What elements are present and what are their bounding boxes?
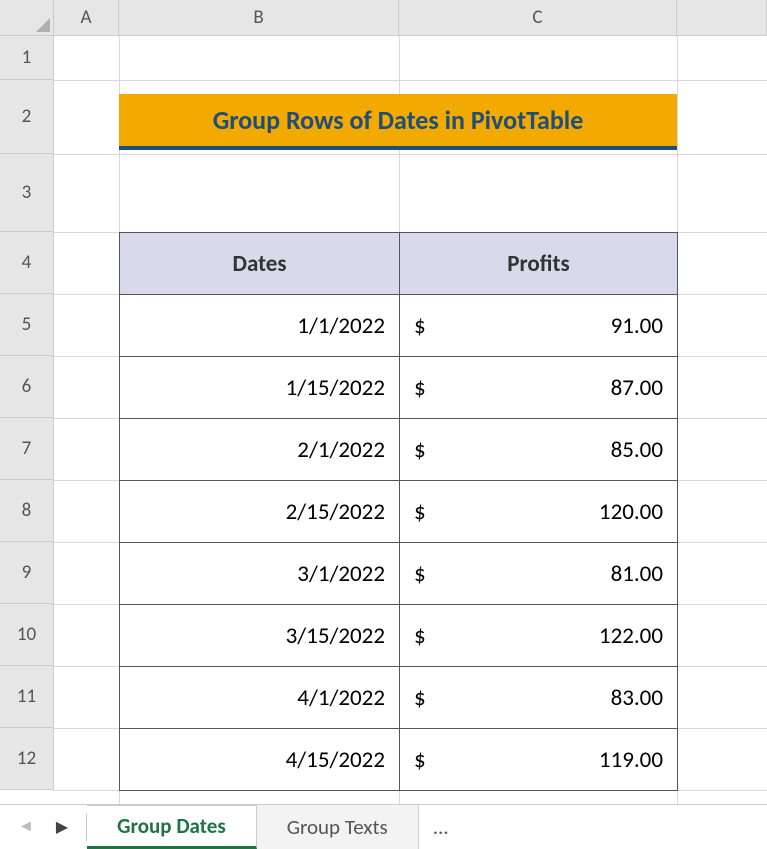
- tab-nav: ◄ ▶: [0, 817, 86, 837]
- cell-date[interactable]: 3/15/2022: [120, 605, 400, 667]
- table-header-row: Dates Profits: [120, 233, 678, 295]
- cell-date[interactable]: 2/1/2022: [120, 419, 400, 481]
- row-header-4[interactable]: 4: [0, 232, 54, 294]
- cell-date[interactable]: 3/1/2022: [120, 543, 400, 605]
- col-header-b[interactable]: B: [119, 0, 399, 36]
- table-row: 4/15/2022$119.00: [120, 729, 678, 791]
- cell-profit[interactable]: $87.00: [400, 357, 678, 419]
- row-headers: 123456789101112: [0, 36, 54, 790]
- cell-date[interactable]: 4/1/2022: [120, 667, 400, 729]
- table-row: 3/15/2022$122.00: [120, 605, 678, 667]
- table-row: 1/15/2022$87.00: [120, 357, 678, 419]
- cell-date[interactable]: 1/1/2022: [120, 295, 400, 357]
- currency-symbol: $: [414, 560, 426, 588]
- header-dates[interactable]: Dates: [120, 233, 400, 295]
- profit-value: 87.00: [611, 374, 663, 402]
- cell-profit[interactable]: $120.00: [400, 481, 678, 543]
- profit-value: 120.00: [599, 498, 663, 526]
- column-headers: ABC: [54, 0, 767, 36]
- cell-date[interactable]: 4/15/2022: [120, 729, 400, 791]
- table-row: 2/1/2022$85.00: [120, 419, 678, 481]
- row-header-2[interactable]: 2: [0, 80, 54, 154]
- row-header-10[interactable]: 10: [0, 604, 54, 666]
- row-header-1[interactable]: 1: [0, 36, 54, 80]
- row-header-9[interactable]: 9: [0, 542, 54, 604]
- worksheet[interactable]: 123456789101112 ABC Group Rows of Dates …: [0, 0, 767, 804]
- select-all-corner[interactable]: [0, 0, 54, 36]
- row-header-8[interactable]: 8: [0, 480, 54, 542]
- table-row: 4/1/2022$83.00: [120, 667, 678, 729]
- cell-date[interactable]: 2/15/2022: [120, 481, 400, 543]
- tab-more[interactable]: ...: [419, 814, 463, 840]
- cell-profit[interactable]: $91.00: [400, 295, 678, 357]
- profit-value: 91.00: [611, 312, 663, 340]
- data-table: Dates Profits 1/1/2022$91.001/15/2022$87…: [119, 232, 678, 791]
- table-row: 1/1/2022$91.00: [120, 295, 678, 357]
- col-header-c[interactable]: C: [399, 0, 677, 36]
- currency-symbol: $: [414, 684, 426, 712]
- currency-symbol: $: [414, 374, 426, 402]
- nav-first-icon[interactable]: ◄: [18, 817, 34, 836]
- cell-profit[interactable]: $85.00: [400, 419, 678, 481]
- row-header-3[interactable]: 3: [0, 154, 54, 232]
- col-header-a[interactable]: A: [54, 0, 119, 36]
- col-header-filler: [677, 0, 767, 36]
- profit-value: 85.00: [611, 436, 663, 464]
- tab-group-dates[interactable]: Group Dates: [87, 805, 257, 849]
- cell-date[interactable]: 1/15/2022: [120, 357, 400, 419]
- cell-profit[interactable]: $122.00: [400, 605, 678, 667]
- profit-value: 81.00: [611, 560, 663, 588]
- row-header-5[interactable]: 5: [0, 294, 54, 356]
- grid-area[interactable]: Group Rows of Dates in PivotTable Dates …: [54, 36, 767, 804]
- currency-symbol: $: [414, 746, 426, 774]
- cell-profit[interactable]: $83.00: [400, 667, 678, 729]
- profit-value: 119.00: [599, 746, 663, 774]
- row-header-12[interactable]: 12: [0, 728, 54, 790]
- header-profits[interactable]: Profits: [400, 233, 678, 295]
- profit-value: 83.00: [611, 684, 663, 712]
- table-row: 3/1/2022$81.00: [120, 543, 678, 605]
- nav-next-icon[interactable]: ▶: [56, 817, 68, 837]
- row-header-7[interactable]: 7: [0, 418, 54, 480]
- profit-value: 122.00: [599, 622, 663, 650]
- currency-symbol: $: [414, 312, 426, 340]
- currency-symbol: $: [414, 436, 426, 464]
- tab-group-texts[interactable]: Group Texts: [257, 805, 419, 849]
- cell-profit[interactable]: $81.00: [400, 543, 678, 605]
- currency-symbol: $: [414, 498, 426, 526]
- table-row: 2/15/2022$120.00: [120, 481, 678, 543]
- cell-profit[interactable]: $119.00: [400, 729, 678, 791]
- row-header-11[interactable]: 11: [0, 666, 54, 728]
- page-title: Group Rows of Dates in PivotTable: [119, 94, 677, 150]
- currency-symbol: $: [414, 622, 426, 650]
- sheet-tab-strip: ◄ ▶ Group Dates Group Texts ...: [0, 804, 767, 848]
- row-header-6[interactable]: 6: [0, 356, 54, 418]
